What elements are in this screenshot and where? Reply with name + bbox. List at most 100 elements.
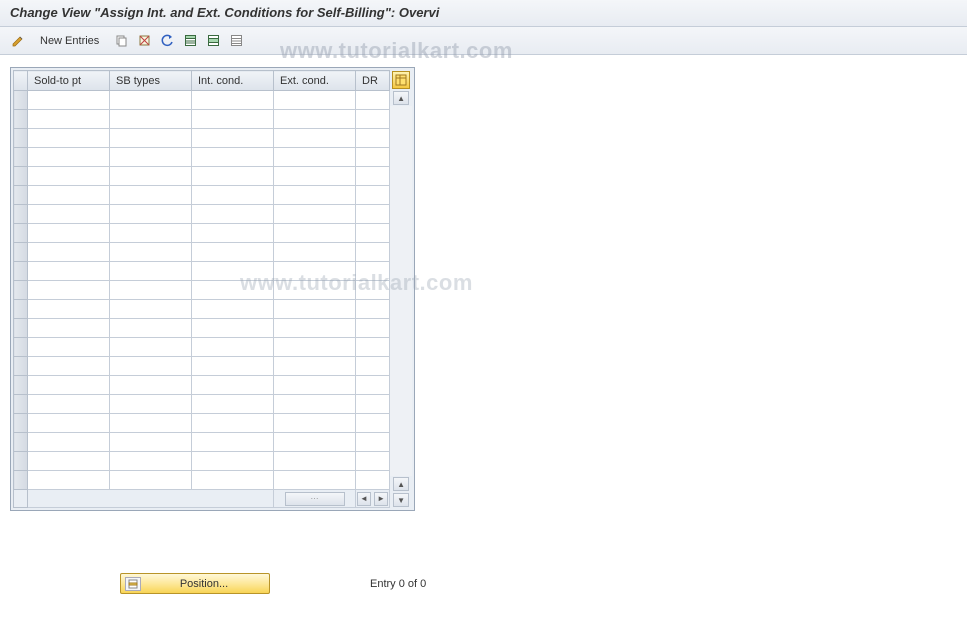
cell[interactable]: [28, 129, 110, 148]
table-row[interactable]: [14, 433, 390, 452]
cell[interactable]: [28, 395, 110, 414]
cell[interactable]: [274, 110, 356, 129]
cell[interactable]: [274, 414, 356, 433]
cell[interactable]: [274, 471, 356, 490]
cell[interactable]: [28, 452, 110, 471]
column-header-ext-cond[interactable]: Ext. cond.: [274, 71, 356, 91]
row-selector[interactable]: [14, 433, 28, 452]
delete-icon[interactable]: [134, 31, 154, 51]
position-button[interactable]: Position...: [120, 573, 270, 594]
cell[interactable]: [274, 452, 356, 471]
row-selector[interactable]: [14, 205, 28, 224]
cell[interactable]: [110, 300, 192, 319]
row-selector[interactable]: [14, 357, 28, 376]
cell[interactable]: [110, 338, 192, 357]
row-selector[interactable]: [14, 395, 28, 414]
row-selector[interactable]: [14, 110, 28, 129]
cell[interactable]: [356, 395, 390, 414]
cell[interactable]: [356, 414, 390, 433]
cell[interactable]: [110, 148, 192, 167]
new-entries-button[interactable]: New Entries: [31, 31, 108, 51]
copy-as-icon[interactable]: [111, 31, 131, 51]
column-header-sb-types[interactable]: SB types: [110, 71, 192, 91]
cell[interactable]: [192, 338, 274, 357]
change-display-icon[interactable]: [8, 31, 28, 51]
cell[interactable]: [192, 243, 274, 262]
row-selector[interactable]: [14, 281, 28, 300]
cell[interactable]: [356, 110, 390, 129]
row-selector[interactable]: [14, 452, 28, 471]
cell[interactable]: [356, 186, 390, 205]
cell[interactable]: [192, 281, 274, 300]
cell[interactable]: [110, 110, 192, 129]
cell[interactable]: [192, 186, 274, 205]
row-selector[interactable]: [14, 338, 28, 357]
row-selector[interactable]: [14, 91, 28, 110]
row-selector[interactable]: [14, 262, 28, 281]
cell[interactable]: [192, 395, 274, 414]
table-row[interactable]: [14, 300, 390, 319]
table-row[interactable]: [14, 452, 390, 471]
cell[interactable]: [274, 167, 356, 186]
cell[interactable]: [28, 110, 110, 129]
cell[interactable]: [356, 338, 390, 357]
cell[interactable]: [192, 148, 274, 167]
cell[interactable]: [110, 452, 192, 471]
table-row[interactable]: [14, 376, 390, 395]
cell[interactable]: [28, 357, 110, 376]
cell[interactable]: [356, 167, 390, 186]
row-selector[interactable]: [14, 186, 28, 205]
cell[interactable]: [356, 243, 390, 262]
cell[interactable]: [274, 224, 356, 243]
row-selector[interactable]: [14, 129, 28, 148]
column-header-sold-to-pt[interactable]: Sold-to pt: [28, 71, 110, 91]
hscroll-handle[interactable]: ···: [285, 492, 345, 506]
cell[interactable]: [28, 205, 110, 224]
cell[interactable]: [28, 224, 110, 243]
table-row[interactable]: [14, 186, 390, 205]
table-row[interactable]: [14, 205, 390, 224]
row-selector[interactable]: [14, 414, 28, 433]
select-all-icon[interactable]: [180, 31, 200, 51]
cell[interactable]: [274, 281, 356, 300]
cell[interactable]: [356, 129, 390, 148]
data-table[interactable]: Sold-to pt SB types Int. cond. Ext. cond…: [13, 70, 390, 508]
cell[interactable]: [110, 376, 192, 395]
undo-change-icon[interactable]: [157, 31, 177, 51]
cell[interactable]: [28, 281, 110, 300]
cell[interactable]: [28, 243, 110, 262]
table-row[interactable]: [14, 262, 390, 281]
cell[interactable]: [274, 300, 356, 319]
cell[interactable]: [274, 205, 356, 224]
vscroll-down-up-button[interactable]: ▲: [393, 477, 409, 491]
cell[interactable]: [110, 414, 192, 433]
cell[interactable]: [192, 471, 274, 490]
cell[interactable]: [274, 186, 356, 205]
table-row[interactable]: [14, 319, 390, 338]
cell[interactable]: [192, 224, 274, 243]
table-row[interactable]: [14, 471, 390, 490]
cell[interactable]: [356, 205, 390, 224]
cell[interactable]: [28, 433, 110, 452]
table-row[interactable]: [14, 224, 390, 243]
column-header-dr[interactable]: DR: [356, 71, 390, 91]
cell[interactable]: [356, 262, 390, 281]
cell[interactable]: [356, 376, 390, 395]
cell[interactable]: [110, 395, 192, 414]
table-row[interactable]: [14, 338, 390, 357]
cell[interactable]: [192, 205, 274, 224]
cell[interactable]: [110, 281, 192, 300]
row-selector[interactable]: [14, 376, 28, 395]
table-row[interactable]: [14, 148, 390, 167]
cell[interactable]: [192, 433, 274, 452]
cell[interactable]: [274, 338, 356, 357]
cell[interactable]: [356, 148, 390, 167]
cell[interactable]: [274, 262, 356, 281]
hscroll-left-button[interactable]: ◄: [357, 492, 371, 506]
cell[interactable]: [274, 433, 356, 452]
cell[interactable]: [192, 357, 274, 376]
vscroll-up-button[interactable]: ▲: [393, 91, 409, 105]
cell[interactable]: [356, 471, 390, 490]
cell[interactable]: [274, 319, 356, 338]
cell[interactable]: [110, 433, 192, 452]
